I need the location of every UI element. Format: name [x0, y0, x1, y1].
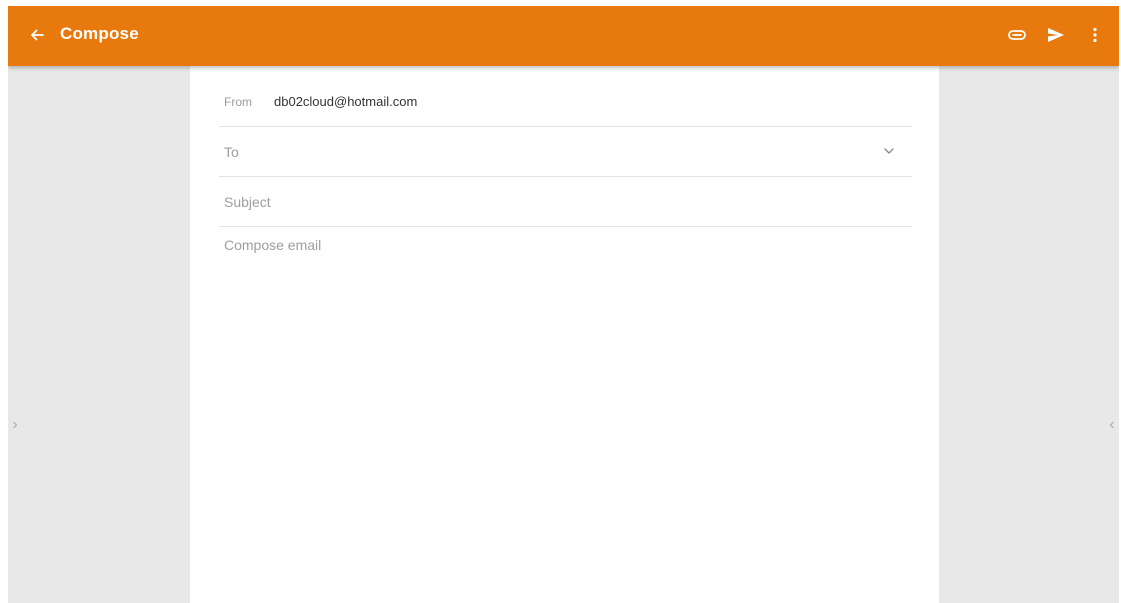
more-options-button[interactable]: [1080, 20, 1110, 50]
more-vert-icon: [1093, 27, 1097, 43]
from-label: From: [224, 95, 252, 109]
chevron-right-icon: [13, 421, 17, 429]
arrow-left-icon: [31, 29, 44, 41]
app-screen: Compose From db02cloud@hotmail.com: [8, 6, 1119, 603]
to-field[interactable]: [219, 127, 869, 176]
send-icon: [1048, 28, 1064, 42]
chevron-down-icon: [884, 148, 894, 154]
subject-field[interactable]: [219, 177, 912, 226]
compose-card: From db02cloud@hotmail.com: [190, 66, 939, 603]
compose-body-field[interactable]: [219, 236, 912, 586]
attachment-icon: [1008, 30, 1026, 40]
page-title: Compose: [60, 24, 139, 43]
to-row: [219, 127, 912, 177]
from-row[interactable]: From db02cloud@hotmail.com: [219, 76, 912, 127]
attach-button[interactable]: [1002, 20, 1032, 50]
send-button[interactable]: [1041, 20, 1071, 50]
left-edge-handle[interactable]: [10, 416, 20, 434]
chevron-left-icon: [1110, 421, 1114, 429]
to-expand-button[interactable]: [879, 141, 899, 161]
back-button[interactable]: [22, 20, 52, 50]
right-edge-handle[interactable]: [1107, 416, 1117, 434]
subject-row: [219, 177, 912, 227]
app-bar: Compose: [8, 6, 1119, 66]
from-account: db02cloud@hotmail.com: [274, 94, 418, 109]
